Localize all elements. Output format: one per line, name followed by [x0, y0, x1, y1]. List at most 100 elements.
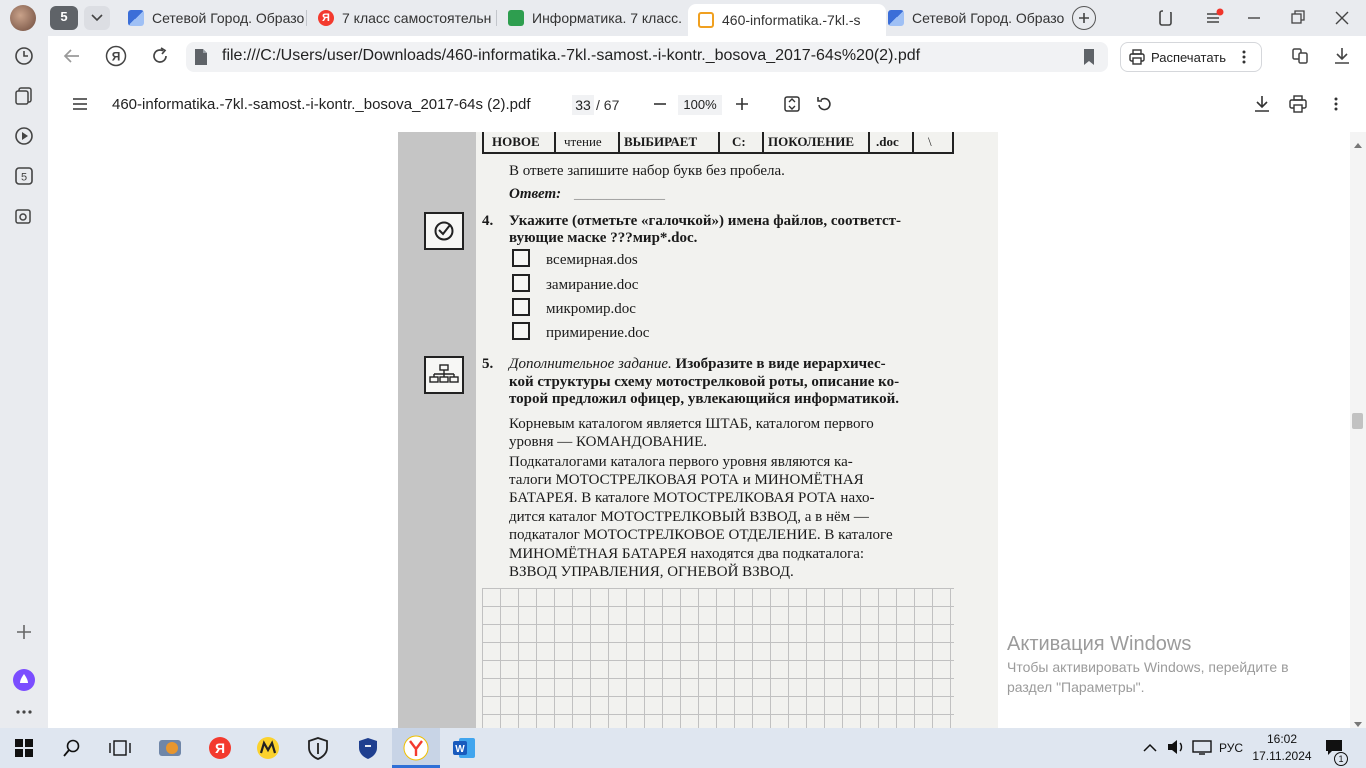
task5-line2: кой структуры схему мотострелковой роты,…	[509, 374, 900, 390]
play-icon[interactable]	[12, 124, 36, 148]
volume-icon[interactable]	[1166, 738, 1186, 761]
zoom-out-icon[interactable]	[646, 90, 674, 118]
tab-title: Сетевой Город. Образо	[912, 10, 1065, 26]
tab-pdf-active[interactable]: 460-informatika.-7kl.-s	[688, 4, 886, 36]
table-cell: С:	[732, 134, 746, 149]
shield-app-icon[interactable]	[304, 734, 332, 762]
tab-title: Сетевой Город. Образо	[152, 10, 305, 26]
documents-icon[interactable]	[12, 84, 36, 108]
setevoy-gorod-favicon	[888, 10, 904, 26]
pdf-print-icon[interactable]	[1284, 90, 1312, 118]
clock-date[interactable]: 17.11.2024	[1250, 749, 1314, 763]
word-app-icon[interactable]: W	[450, 734, 478, 762]
task5-heading: Дополнительное задание.	[509, 356, 672, 372]
tab-separator	[306, 10, 307, 26]
svg-text:W: W	[455, 744, 465, 755]
svg-text:Я: Я	[112, 50, 121, 64]
clock-time[interactable]: 16:02	[1262, 732, 1302, 746]
svg-text:5: 5	[21, 172, 27, 184]
task4-line2: вующие маске ???мир*.doc.	[509, 230, 698, 246]
yandex-favicon: Я	[318, 10, 334, 26]
table-divider	[912, 132, 914, 154]
restore-icon[interactable]	[1288, 8, 1308, 28]
collections-icon[interactable]	[1156, 8, 1176, 28]
pdf-menu-icon[interactable]	[66, 90, 94, 118]
minimize-icon[interactable]	[1244, 8, 1264, 28]
pdf-more-icon[interactable]	[1322, 90, 1350, 118]
option-checkbox	[512, 322, 530, 340]
bookmark-icon[interactable]	[1082, 48, 1096, 71]
task5-para2-line: Подкаталогами каталога первого уровня яв…	[509, 454, 853, 470]
task-view-icon[interactable]	[106, 734, 134, 762]
table-cell: \	[928, 134, 932, 149]
tab-count-icon[interactable]: 5	[12, 164, 36, 188]
watermark-line: Чтобы активировать Windows, перейдите в	[1007, 659, 1289, 675]
scroll-up-arrow-icon[interactable]	[1353, 136, 1363, 154]
rotate-icon[interactable]	[810, 90, 838, 118]
task5-para2-line: талоги МОТОСТРЕЛКОВАЯ РОТА и МИНОМЁТНАЯ	[509, 472, 864, 488]
close-window-icon[interactable]	[1332, 8, 1352, 28]
yandex-browser-icon[interactable]: Я	[206, 734, 234, 762]
task5-para1-line: Корневым каталогом является ШТАБ, катало…	[509, 416, 874, 432]
tab-setevoy-gorod-2[interactable]: Сетевой Город. Образо	[880, 4, 1074, 32]
reload-icon[interactable]	[146, 42, 174, 70]
option-label: примирение.doc	[546, 325, 650, 341]
tab-informatika[interactable]: Информатика. 7 класс.	[500, 4, 688, 32]
option-checkbox	[512, 298, 530, 316]
zoom-in-icon[interactable]	[728, 90, 756, 118]
table-cell: .doc	[876, 134, 899, 149]
vertical-scrollbar[interactable]	[1350, 132, 1366, 728]
zoom-level-field[interactable]: 100%	[678, 95, 722, 115]
tab-counter: 5	[60, 9, 68, 24]
tabs-dropdown-icon[interactable]	[84, 6, 110, 30]
answer-instruction: В ответе запишите набор букв без пробела…	[509, 163, 785, 179]
pdf-favicon	[698, 12, 714, 28]
scrollbar-thumb[interactable]	[1352, 413, 1363, 429]
option-checkbox	[512, 249, 530, 267]
task5-para2-line: дится каталог МОТОСТРЕЛКОВЫЙ ВЗВОД, а в …	[509, 509, 869, 525]
address-text[interactable]: file:///C:/Users/user/Downloads/460-info…	[222, 47, 920, 65]
search-icon[interactable]	[58, 734, 86, 762]
pdf-download-icon[interactable]	[1248, 90, 1276, 118]
tab-7-klass[interactable]: Я 7 класс самостоятельн	[310, 4, 498, 32]
task5-line1: Дополнительное задание. Изобразите в вид…	[509, 355, 886, 373]
task5-para2-line: ВЗВОД УПРАВЛЕНИЯ, ОГНЕВОЙ ВЗВОД.	[509, 564, 794, 580]
option-label: замирание.doc	[546, 277, 639, 293]
print-button[interactable]: Распечатать	[1120, 42, 1262, 72]
yandex-active-app-icon[interactable]	[402, 734, 430, 762]
yandex-market-icon[interactable]	[254, 734, 282, 762]
kebab-icon[interactable]	[1242, 50, 1246, 64]
game-app-icon[interactable]	[156, 734, 184, 762]
file-icon	[194, 48, 208, 71]
setevoy-gorod-favicon	[128, 10, 144, 26]
new-tab-button[interactable]	[1072, 6, 1096, 30]
language-indicator[interactable]: РУС	[1219, 741, 1243, 755]
screenshot-icon[interactable]	[12, 204, 36, 228]
back-icon[interactable]	[58, 42, 86, 70]
activation-watermark-text: Чтобы активировать Windows, перейдите в …	[1007, 657, 1337, 697]
menu-icon[interactable]	[1204, 8, 1224, 28]
hierarchy-task-icon	[424, 356, 464, 394]
tab-setevoy-gorod-1[interactable]: Сетевой Город. Образо	[118, 4, 308, 32]
add-panel-icon[interactable]	[12, 620, 36, 644]
windows-taskbar	[0, 728, 1366, 768]
tab-title: 7 класс самостоятельн	[342, 10, 492, 26]
answer-label: Ответ:	[509, 186, 562, 202]
extensions-icon[interactable]	[1286, 42, 1314, 70]
table-divider	[554, 132, 556, 154]
task5-para2-line: БАТАРЕЯ. В каталоге МОТОСТРЕЛКОВАЯ РОТА …	[509, 490, 875, 506]
fit-page-icon[interactable]	[778, 90, 806, 118]
alice-assistant-icon[interactable]	[12, 668, 36, 692]
more-icon[interactable]	[12, 700, 36, 724]
windows-start-icon[interactable]	[10, 734, 38, 762]
tray-chevron-icon[interactable]	[1143, 740, 1157, 758]
book-favicon	[508, 10, 524, 26]
profile-avatar[interactable]	[10, 5, 36, 31]
page-number-input[interactable]: 33	[572, 95, 594, 115]
network-icon[interactable]	[1192, 739, 1212, 760]
tab-title: 460-informatika.-7kl.-s	[722, 12, 861, 28]
defender-app-icon[interactable]	[354, 734, 382, 762]
downloads-icon[interactable]	[1328, 42, 1356, 70]
history-icon[interactable]	[12, 44, 36, 68]
yandex-logo-icon[interactable]: Я	[102, 42, 130, 70]
